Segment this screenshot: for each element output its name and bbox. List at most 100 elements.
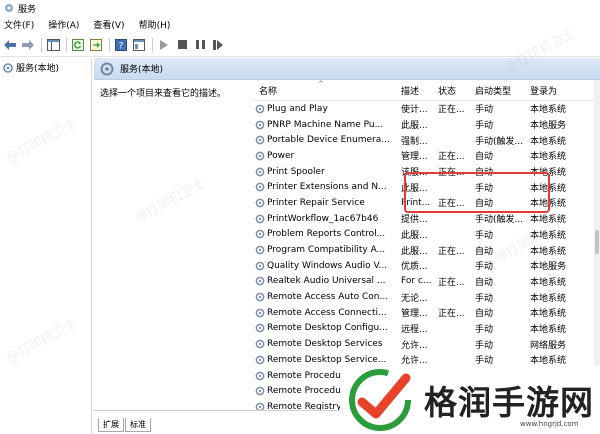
- service-startup-cell: 手动(触发...: [475, 136, 523, 147]
- column-header-description[interactable]: 描述: [394, 84, 431, 97]
- service-startup-cell: 自动: [475, 246, 494, 257]
- refresh-icon[interactable]: [70, 37, 86, 53]
- column-header-status[interactable]: 状态: [431, 84, 468, 97]
- service-name: Print Spooler: [267, 166, 325, 177]
- service-gear-icon: [255, 371, 265, 380]
- start-icon[interactable]: [156, 37, 172, 53]
- service-startup-cell: 手动: [475, 262, 494, 273]
- service-row[interactable]: Realtek Audio Universal ... For c... 正在...…: [252, 274, 600, 290]
- service-gear-icon: [255, 198, 265, 208]
- service-row[interactable]: Quality Windows Audio V... 优质... 手动 本地服务: [252, 258, 600, 274]
- menu-view[interactable]: 查看(V): [93, 18, 124, 31]
- service-logon-cell: 本地系统: [530, 293, 567, 304]
- service-row[interactable]: Power 管理... 正在... 自动 本地系统: [252, 148, 600, 164]
- service-logon-cell: 本地系统: [530, 246, 567, 257]
- service-name: Remote Desktop Services: [267, 339, 383, 350]
- service-startup-cell: 手动: [475, 356, 494, 367]
- vertical-scrollbar[interactable]: [594, 80, 600, 410]
- help-icon[interactable]: ?: [113, 37, 129, 53]
- service-description-cell: 允许...: [401, 340, 428, 351]
- service-row[interactable]: Remote Desktop Configu... 远程... 手动 本地系统: [252, 321, 600, 337]
- restart-icon[interactable]: [210, 37, 226, 53]
- service-name: Problem Reports Control...: [267, 229, 386, 240]
- tree-item-label: 服务(本地): [16, 64, 60, 74]
- service-logon-cell: 网络服务: [530, 340, 567, 351]
- service-gear-icon: [255, 292, 265, 302]
- service-description-cell: 远程...: [401, 324, 428, 335]
- service-row[interactable]: Program Compatibility A... 此服... 正在... 自动 本地…: [252, 242, 600, 258]
- forward-icon[interactable]: [20, 37, 36, 53]
- tree-item-services-local[interactable]: 服务(本地): [0, 58, 91, 77]
- service-logon-cell: 本地系统: [530, 277, 567, 288]
- service-description-cell: 此服...: [401, 246, 428, 257]
- service-gear-icon: [255, 339, 265, 349]
- service-gear-icon: [255, 120, 265, 129]
- service-row[interactable]: Plug and Play 使计... 正在... 手动 本地系统: [252, 101, 600, 117]
- export-icon[interactable]: [88, 37, 104, 53]
- service-startup-cell: 自动: [475, 309, 494, 320]
- description-prompt: 选择一个项目来查看它的描述。: [100, 89, 227, 99]
- service-name-cell: Plug and Play: [252, 104, 394, 114]
- services-rows: Plug and Play 使计... 正在... 手动 本地系统 PNRP Machin…: [252, 101, 600, 410]
- service-status-cell: 正在...: [438, 277, 465, 288]
- tree-pane: 服务(本地): [0, 58, 92, 434]
- properties-icon[interactable]: [131, 37, 147, 53]
- service-gear-icon: [255, 324, 265, 333]
- stop-icon[interactable]: [174, 37, 190, 53]
- toolbar-divider: [109, 37, 110, 52]
- service-logon-cell: 本地系统: [530, 152, 567, 163]
- service-gear-icon: [255, 182, 265, 192]
- service-description-cell: 此服...: [401, 121, 428, 132]
- service-description-cell: For c...: [401, 276, 431, 287]
- site-logo-url: www.hngrjd.com: [520, 420, 579, 428]
- tab-extended[interactable]: 扩展: [98, 418, 124, 432]
- service-description-cell: 管理...: [401, 152, 428, 163]
- service-name: Realtek Audio Universal ...: [267, 276, 386, 287]
- service-name: Program Compatibility A...: [267, 245, 386, 256]
- service-row[interactable]: Portable Device Enumera... 强制... 手动(触发... 本…: [252, 132, 600, 148]
- menu-help[interactable]: 帮助(H): [139, 18, 171, 31]
- service-row[interactable]: PNRP Machine Name Pu... 此服... 手动 本地服务: [252, 117, 600, 133]
- service-description-cell: 管理...: [401, 309, 428, 320]
- list-header: ^ 名称 描述 状态 启动类型 登录为: [252, 80, 600, 101]
- service-name: Plug and Play: [267, 103, 328, 114]
- menu-file[interactable]: 文件(F): [4, 18, 34, 31]
- service-startup-cell: 手动: [475, 324, 494, 335]
- service-row[interactable]: Remote Desktop Services 允许... 手动 网络服务: [252, 336, 600, 352]
- service-name-cell: Printer Repair Service: [252, 198, 394, 208]
- service-gear-icon: [255, 261, 265, 271]
- column-header-log-on-as[interactable]: 登录为: [523, 84, 588, 97]
- service-description-cell: 使计...: [401, 105, 428, 116]
- service-logon-cell: 本地系统: [530, 309, 567, 320]
- title-bar: 服务: [0, 0, 600, 16]
- column-header-startup-type[interactable]: 启动类型: [468, 84, 523, 97]
- service-startup-cell: 手动: [475, 230, 494, 241]
- toolbar: ?: [0, 33, 600, 57]
- service-row[interactable]: Remote Access Auto Con... 无论... 手动 本地系统: [252, 289, 600, 305]
- service-row[interactable]: PrintWorkflow_1ac67b46 提供... 手动(触发... 本地系统: [252, 211, 600, 227]
- service-status-cell: 正在...: [438, 105, 465, 116]
- service-description-cell: 允许...: [401, 356, 428, 367]
- services-list: ^ 名称 描述 状态 启动类型 登录为 Plug and Play 使计... 正在…: [252, 80, 600, 410]
- service-gear-icon: [255, 151, 265, 161]
- scrollbar-thumb[interactable]: [595, 230, 599, 254]
- service-startup-cell: 自动: [475, 152, 494, 163]
- show-tree-icon[interactable]: [45, 37, 61, 53]
- menu-action[interactable]: 操作(A): [48, 18, 79, 31]
- service-row[interactable]: Remote Access Connecti... 管理... 正在... 自动 本地系…: [252, 305, 600, 321]
- service-name: Remote Access Connecti...: [267, 307, 387, 318]
- service-name-cell: PrintWorkflow_1ac67b46: [252, 214, 394, 224]
- service-status-cell: 正在...: [438, 152, 465, 163]
- pane-title: 服务(本地): [120, 65, 164, 75]
- service-gear-icon: [255, 229, 265, 239]
- tab-standard[interactable]: 标准: [125, 418, 151, 432]
- service-name-cell: Quality Windows Audio V...: [252, 261, 394, 271]
- service-gear-icon: [255, 104, 265, 114]
- service-name: PNRP Machine Name Pu...: [267, 119, 384, 130]
- service-startup-cell: 手动: [475, 105, 494, 116]
- back-icon[interactable]: [2, 37, 18, 53]
- service-name: PrintWorkflow_1ac67b46: [267, 213, 379, 224]
- service-row[interactable]: Problem Reports Control... 此服... 手动 本地系统: [252, 227, 600, 243]
- pause-icon[interactable]: [192, 37, 208, 53]
- service-description-cell: 此服...: [401, 230, 428, 241]
